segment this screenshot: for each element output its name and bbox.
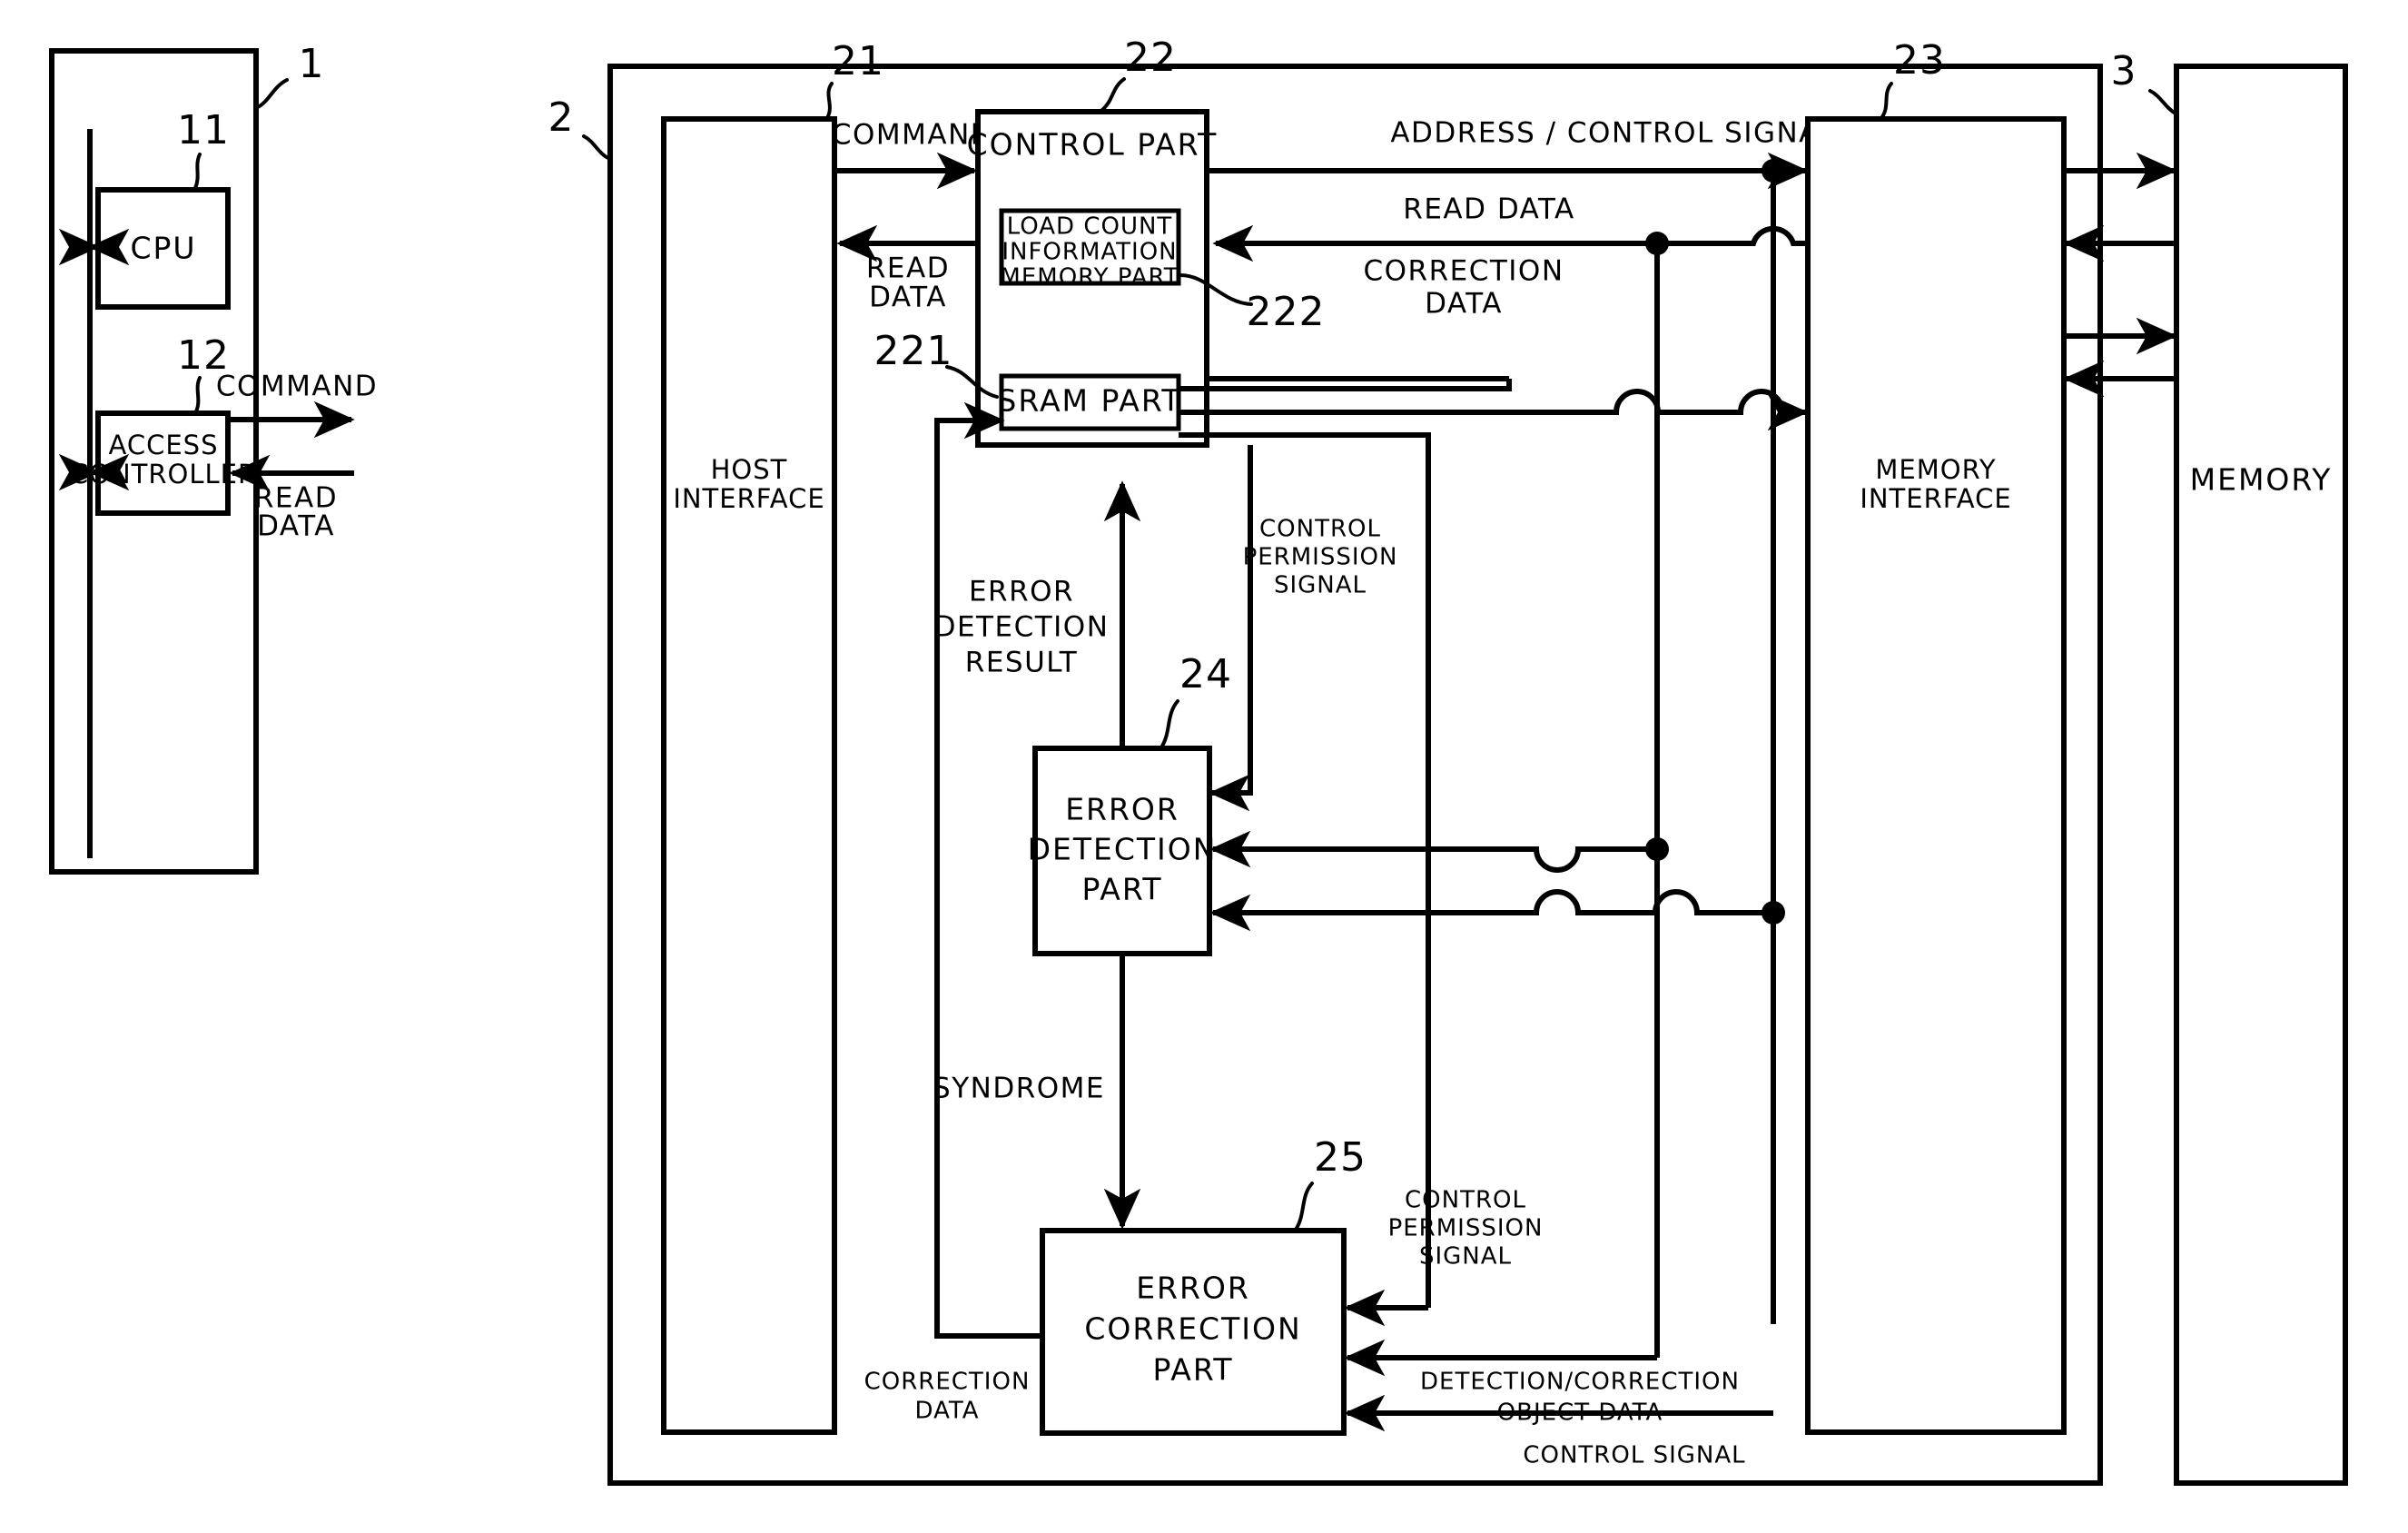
error-correction-label-3: PART bbox=[1152, 1352, 1233, 1388]
error-detection-label-3: PART bbox=[1081, 872, 1162, 907]
label-error-detection-result-2: DETECTION bbox=[934, 611, 1110, 644]
junction-detection-lower bbox=[1762, 901, 1785, 925]
memory-box bbox=[2174, 64, 2348, 1486]
ref-22-label: 22 bbox=[1124, 35, 1177, 81]
label-error-detection-result-1: ERROR bbox=[969, 576, 1074, 608]
ref-2-label: 2 bbox=[548, 94, 575, 141]
label-control-permission-2c: SIGNAL bbox=[1419, 1243, 1512, 1271]
ref-23-label: 23 bbox=[1893, 37, 1946, 84]
label-command-host: COMMAND bbox=[216, 371, 378, 403]
load-count-memory-label-2: INFORMATION bbox=[1002, 239, 1177, 266]
access-controller-label-2: CONTROLLER bbox=[70, 459, 257, 490]
host-interface-label-2: INTERFACE bbox=[673, 483, 824, 514]
ref-1-label: 1 bbox=[299, 41, 325, 87]
sram-part-label: SRAM PART bbox=[997, 383, 1181, 419]
label-read-data-right: READ DATA bbox=[1403, 193, 1574, 226]
host-interface-box bbox=[661, 116, 837, 1435]
ref-11-label: 11 bbox=[177, 107, 230, 153]
ref-2-leader bbox=[582, 134, 612, 161]
label-syndrome: SYNDROME bbox=[933, 1073, 1105, 1105]
ref-221-label: 221 bbox=[874, 328, 953, 374]
ref-24-label: 24 bbox=[1179, 651, 1232, 697]
label-control-permission-2a: CONTROL bbox=[1405, 1187, 1526, 1214]
error-detection-label-1: ERROR bbox=[1065, 792, 1179, 827]
ref-3-label: 3 bbox=[2111, 48, 2137, 94]
load-count-memory-label-3: MEMORY PART bbox=[1000, 264, 1179, 292]
error-correction-label-2: CORRECTION bbox=[1084, 1311, 1301, 1347]
ref-21-label: 21 bbox=[832, 38, 884, 84]
memory-interface-box bbox=[1805, 116, 2067, 1435]
label-control-permission-1a: CONTROL bbox=[1259, 516, 1381, 543]
memory-label: MEMORY bbox=[2190, 462, 2333, 498]
label-control-permission-1b: PERMISSION bbox=[1243, 544, 1398, 571]
memory-interface-label-2: INTERFACE bbox=[1860, 483, 2011, 514]
memory-interface-label-1: MEMORY bbox=[1875, 454, 1996, 485]
host-interface-label-1: HOST bbox=[711, 454, 788, 485]
ref-25-label: 25 bbox=[1314, 1134, 1367, 1181]
label-read-data-mid-1: READ bbox=[866, 252, 950, 285]
label-read-data-host-2: DATA bbox=[257, 510, 335, 543]
load-count-memory-label-1: LOAD COUNT bbox=[1007, 213, 1173, 241]
label-error-detection-result-3: RESULT bbox=[965, 647, 1078, 679]
ref-1-leader bbox=[254, 78, 289, 110]
label-correction-data-bottom-1: CORRECTION bbox=[864, 1369, 1031, 1396]
label-read-data-mid-2: DATA bbox=[869, 282, 947, 314]
label-control-permission-1c: SIGNAL bbox=[1274, 572, 1367, 599]
label-detection-correction-object-1: DETECTION/CORRECTION bbox=[1420, 1369, 1740, 1396]
label-correction-data-right-2: DATA bbox=[1425, 288, 1503, 321]
ref-222-label: 222 bbox=[1247, 289, 1326, 335]
error-correction-label-1: ERROR bbox=[1136, 1271, 1250, 1306]
label-control-signal-bottom: CONTROL SIGNAL bbox=[1523, 1442, 1745, 1469]
label-correction-data-bottom-2: DATA bbox=[915, 1398, 980, 1425]
block-diagram-svg: 1 CPU 11 ACCESS CONTROLLER 12 COMMAND RE… bbox=[49, 35, 2348, 1486]
label-address-control-signal: ADDRESS / CONTROL SIGNAL bbox=[1390, 117, 1836, 150]
label-control-permission-2b: PERMISSION bbox=[1388, 1215, 1544, 1242]
ref-12-leader bbox=[194, 376, 202, 413]
access-controller-label-1: ACCESS bbox=[109, 430, 219, 460]
ref-3-leader bbox=[2148, 89, 2177, 115]
cpu-label: CPU bbox=[130, 231, 196, 266]
label-correction-data-right-1: CORRECTION bbox=[1363, 255, 1564, 288]
error-detection-label-2: DETECTION bbox=[1028, 832, 1218, 867]
figure-canvas: 1 CPU 11 ACCESS CONTROLLER 12 COMMAND RE… bbox=[0, 0, 2408, 1533]
junction-detection-upper bbox=[1645, 837, 1669, 861]
control-part-label: CONTROL PART bbox=[967, 127, 1219, 163]
